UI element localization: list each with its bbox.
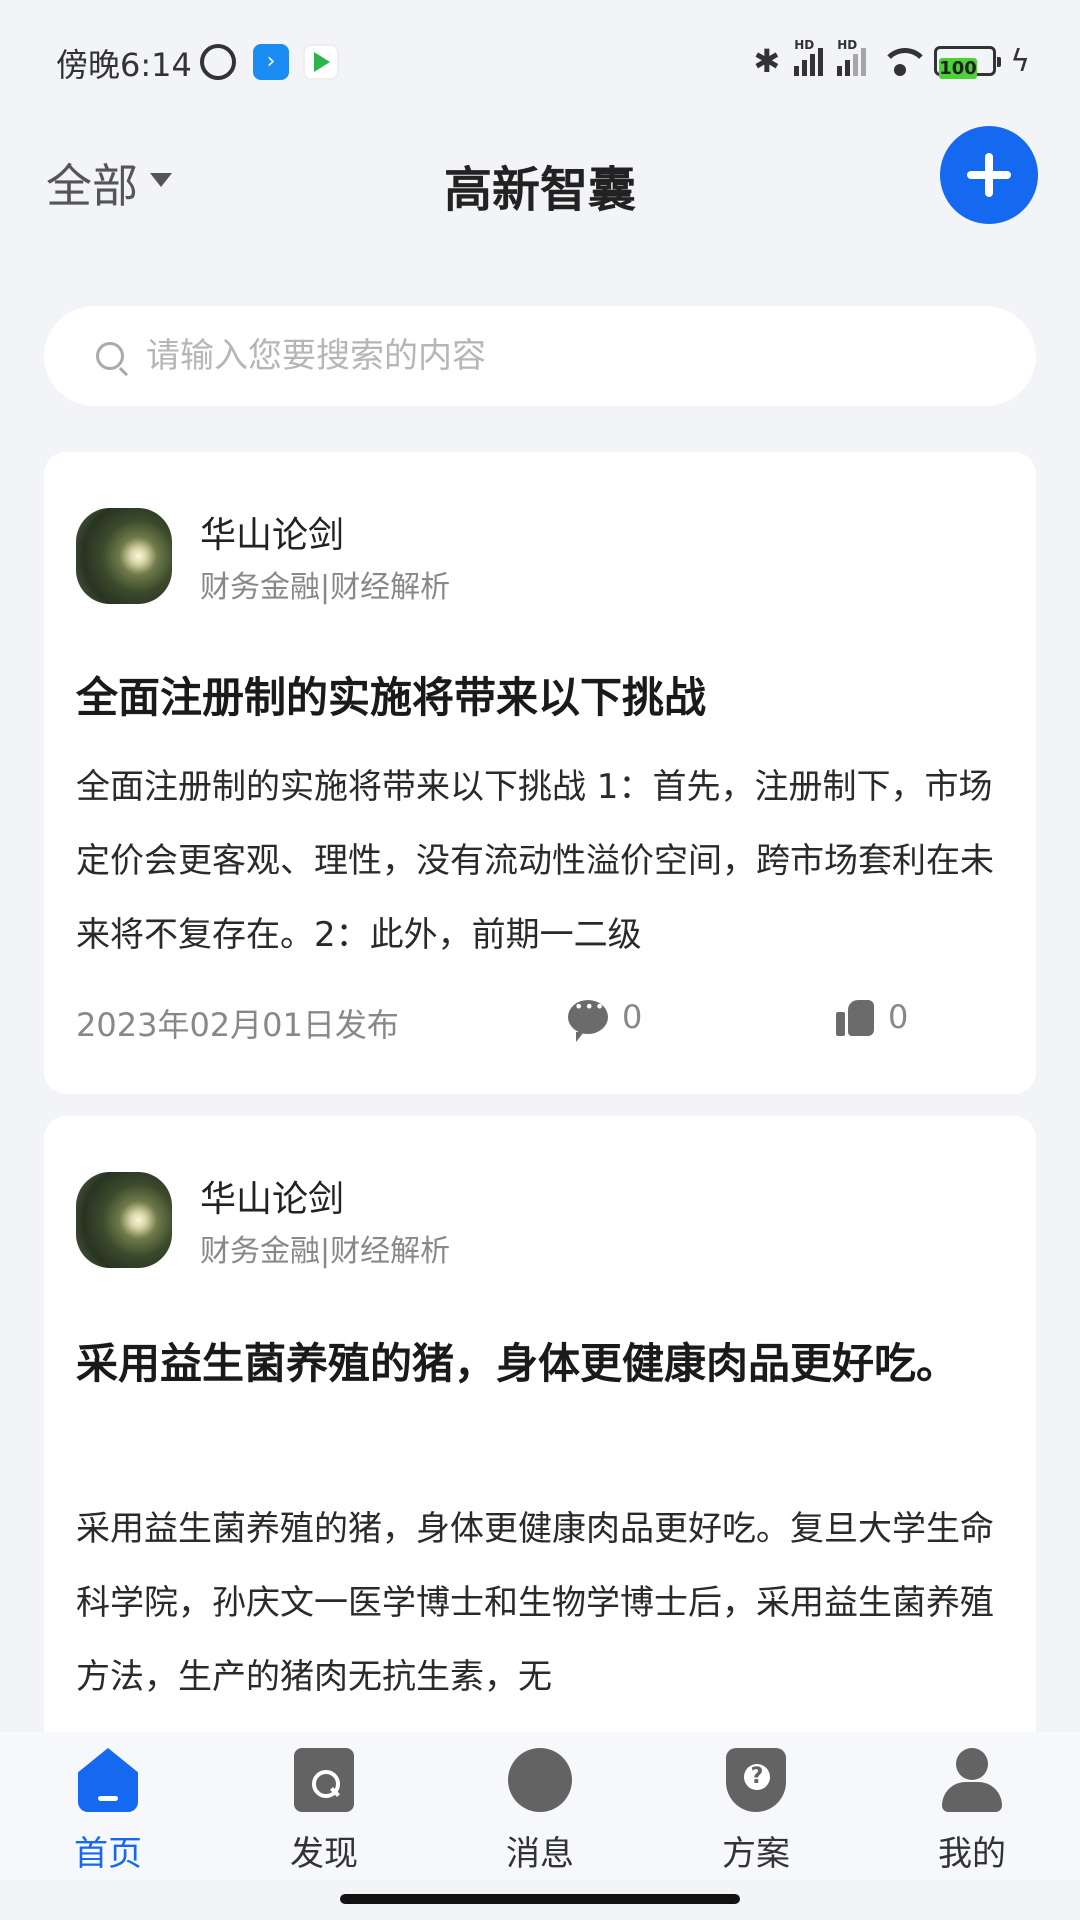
post-date: 2023年02月01日发布 — [76, 1006, 399, 1044]
post-title: 全面注册制的实施将带来以下挑战 — [76, 673, 707, 722]
app-notification-icon: › — [253, 44, 289, 80]
signal-icon-2: HD — [837, 38, 867, 76]
battery-icon: 100 — [934, 46, 1002, 79]
search-icon — [96, 342, 124, 370]
video-app-notification-icon — [303, 44, 339, 80]
author-name: 华山论剑 — [200, 1179, 345, 1220]
nav-item-home[interactable]: 首页 — [28, 1748, 188, 1874]
alarm-icon — [200, 44, 236, 80]
header: 全部 高新智囊 — [0, 120, 1080, 240]
home-indicator[interactable] — [340, 1894, 740, 1904]
like-count: 0 — [888, 998, 909, 1036]
bottom-navigation: 首页 发现 消息 方案 我的 — [0, 1732, 1080, 1880]
comment-icon — [568, 997, 608, 1042]
nav-label: 首页 — [74, 1834, 142, 1874]
nav-label: 我的 — [938, 1834, 1006, 1874]
battery-level: 100 — [939, 58, 977, 79]
add-post-button[interactable] — [940, 126, 1038, 224]
profile-icon — [942, 1748, 1002, 1812]
nav-item-discover[interactable]: 发现 — [244, 1748, 404, 1874]
app-screen: 傍晚6:14 › ✱ HD HD 100 ϟ 全部 高新智囊 华山论剑 财务金融… — [0, 0, 1080, 1920]
comment-count: 0 — [622, 998, 643, 1036]
avatar[interactable] — [76, 1172, 172, 1268]
search-bar[interactable] — [44, 306, 1036, 406]
signal-icon: HD — [794, 38, 824, 76]
status-bar: 傍晚6:14 › ✱ HD HD 100 ϟ — [0, 0, 1080, 120]
avatar[interactable] — [76, 508, 172, 604]
nav-item-plans[interactable]: 方案 — [676, 1748, 836, 1874]
wifi-icon — [880, 46, 931, 76]
nav-label: 方案 — [722, 1834, 790, 1874]
post-excerpt: 全面注册制的实施将带来以下挑战 1：首先，注册制下，市场定价会更客观、理性，没有… — [76, 767, 994, 955]
like-button[interactable]: 0 — [836, 998, 908, 1036]
comment-button[interactable]: 0 — [568, 997, 643, 1042]
home-icon — [78, 1748, 138, 1812]
message-icon — [508, 1748, 572, 1812]
author-name: 华山论剑 — [200, 515, 345, 556]
page-title: 高新智囊 — [443, 162, 636, 218]
nav-item-messages[interactable]: 消息 — [460, 1748, 620, 1874]
post-excerpt: 采用益生菌养殖的猪，身体更健康肉品更好吃。复旦大学生命科学院，孙庆文一医学博士和… — [76, 1509, 994, 1697]
status-time: 傍晚6:14 — [56, 46, 192, 84]
author-category: 财务金融|财经解析 — [200, 570, 451, 605]
author-category: 财务金融|财经解析 — [200, 1234, 451, 1269]
status-icons: ✱ HD HD 100 ϟ — [753, 38, 1030, 80]
post-title: 采用益生菌养殖的猪，身体更健康肉品更好吃。 — [76, 1339, 959, 1388]
post-card[interactable]: 华山论剑 财务金融|财经解析 全面注册制的实施将带来以下挑战 全面注册制的实施将… — [44, 452, 1036, 1094]
post-card[interactable]: 华山论剑 财务金融|财经解析 采用益生菌养殖的猪，身体更健康肉品更好吃。 采用益… — [44, 1116, 1036, 1836]
nav-item-profile[interactable]: 我的 — [892, 1748, 1052, 1874]
nav-label: 消息 — [506, 1834, 574, 1874]
bluetooth-icon: ✱ — [753, 42, 781, 80]
search-input[interactable] — [146, 306, 1006, 406]
thumbs-up-icon — [836, 998, 874, 1036]
discover-icon — [294, 1748, 354, 1812]
charging-icon: ϟ — [1010, 43, 1030, 79]
nav-label: 发现 — [290, 1834, 358, 1874]
plan-icon — [726, 1748, 786, 1812]
